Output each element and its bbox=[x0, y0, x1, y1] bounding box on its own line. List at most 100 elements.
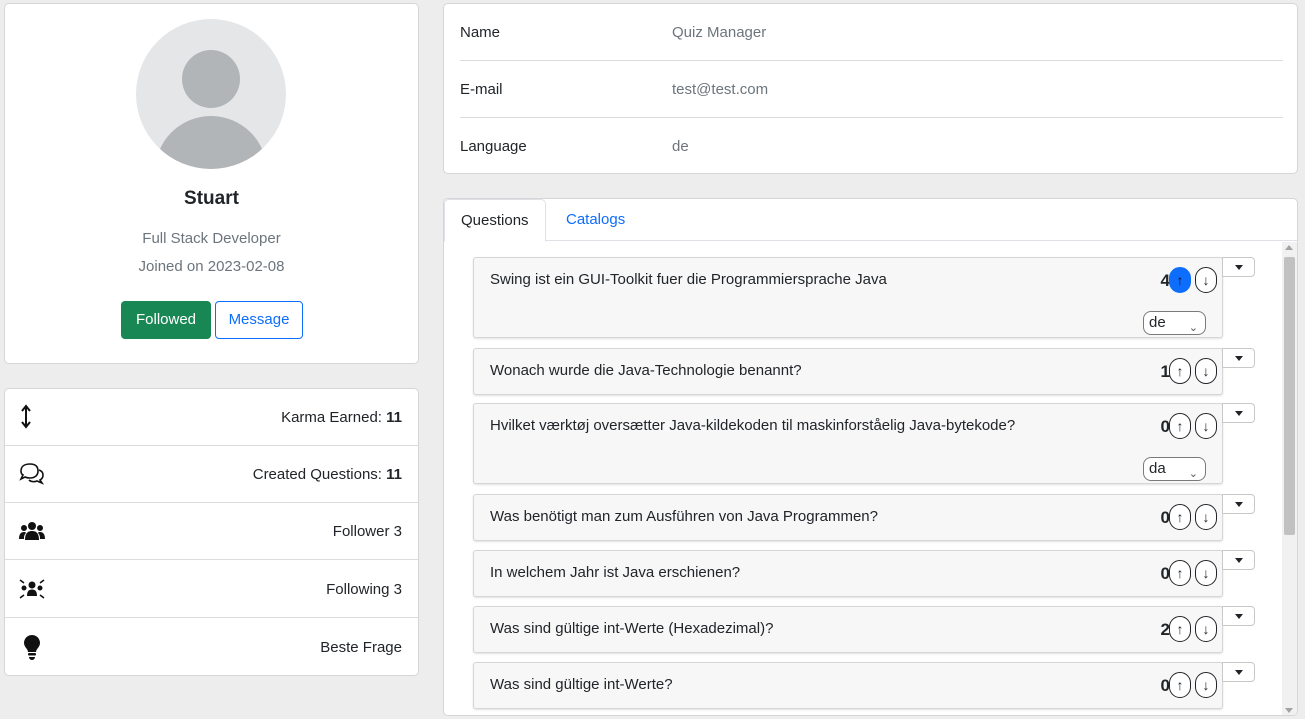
question-item[interactable]: Was sind gültige int-Werte? 0 ↑ ↓ bbox=[473, 662, 1223, 709]
language-select-value: da bbox=[1149, 460, 1166, 477]
stat-value: 11 bbox=[386, 409, 402, 426]
caret-down-icon bbox=[1235, 411, 1243, 416]
stat-best-question: Beste Frage bbox=[5, 619, 418, 676]
info-row-name: Name Quiz Manager bbox=[460, 4, 1283, 61]
question-score: 0 bbox=[1160, 417, 1170, 436]
caret-down-icon bbox=[1235, 670, 1243, 675]
tab-questions[interactable]: Questions bbox=[444, 199, 546, 242]
question-text: Hvilket værktøj oversætter Java-kildekod… bbox=[490, 417, 1016, 434]
caret-down-icon bbox=[1235, 502, 1243, 507]
info-value: Quiz Manager bbox=[672, 24, 767, 41]
stat-label: Following 3 bbox=[326, 581, 402, 598]
question-text: Was benötigt man zum Ausführen von Java … bbox=[490, 508, 878, 525]
profile-card: Stuart Full Stack Developer Joined on 20… bbox=[4, 3, 419, 364]
lightbulb-icon bbox=[24, 635, 40, 660]
question-text: Wonach wurde die Java-Technologie benann… bbox=[490, 362, 802, 379]
vote-down-button[interactable]: ↓ bbox=[1195, 616, 1217, 642]
stat-label: Karma Earned: bbox=[281, 409, 387, 426]
vote-down-button[interactable]: ↓ bbox=[1195, 560, 1217, 586]
vote-up-button[interactable]: ↑ bbox=[1169, 358, 1191, 384]
stats-card: Karma Earned: 11 Created Questions: 11 F… bbox=[4, 388, 419, 676]
tab-catalogs[interactable]: Catalogs bbox=[550, 199, 641, 241]
question-score: 0 bbox=[1160, 676, 1170, 695]
scroll-up-arrow-icon[interactable] bbox=[1285, 245, 1293, 250]
info-label: Language bbox=[460, 138, 527, 155]
question-score: 0 bbox=[1160, 508, 1170, 527]
info-row-email: E-mail test@test.com bbox=[460, 61, 1283, 118]
scrollbar[interactable] bbox=[1282, 242, 1297, 715]
stat-karma: Karma Earned: 11 bbox=[5, 389, 418, 446]
question-text: Was sind gültige int-Werte? bbox=[490, 676, 673, 693]
vote-up-button[interactable]: ↑ bbox=[1169, 616, 1191, 642]
vote-up-button[interactable]: ↑ bbox=[1169, 504, 1191, 530]
stat-label: Follower 3 bbox=[332, 523, 402, 540]
vote-down-button[interactable]: ↓ bbox=[1195, 267, 1217, 293]
question-item[interactable]: In welchem Jahr ist Java erschienen? 0 ↑… bbox=[473, 550, 1223, 597]
profile-role: Full Stack Developer bbox=[142, 230, 281, 247]
question-menu-button[interactable] bbox=[1222, 550, 1255, 570]
vote-up-button[interactable]: ↑ bbox=[1169, 560, 1191, 586]
question-menu-button[interactable] bbox=[1222, 494, 1255, 514]
vertical-arrows-icon bbox=[21, 404, 31, 429]
question-score: 1 bbox=[1160, 362, 1170, 381]
stat-value: 11 bbox=[386, 466, 402, 483]
scroll-down-arrow-icon[interactable] bbox=[1285, 708, 1293, 713]
question-item[interactable]: Wonach wurde die Java-Technologie benann… bbox=[473, 348, 1223, 395]
question-text: Swing ist ein GUI-Toolkit fuer die Progr… bbox=[490, 271, 887, 288]
question-menu-button[interactable] bbox=[1222, 606, 1255, 626]
question-item[interactable]: Was benötigt man zum Ausführen von Java … bbox=[473, 494, 1223, 541]
stat-label: Beste Frage bbox=[320, 639, 402, 656]
stat-label: Created Questions: bbox=[252, 466, 387, 483]
people-spread-icon bbox=[19, 579, 45, 599]
tab-bar: Questions Catalogs bbox=[444, 199, 1297, 242]
questions-list[interactable]: Swing ist ein GUI-Toolkit fuer die Progr… bbox=[444, 242, 1297, 715]
vote-down-button[interactable]: ↓ bbox=[1195, 358, 1217, 384]
chevron-down-icon: ⌄ bbox=[1188, 322, 1198, 334]
avatar bbox=[136, 19, 286, 169]
question-menu-button[interactable] bbox=[1222, 403, 1255, 423]
info-row-language: Language de bbox=[460, 118, 1283, 175]
avatar-head bbox=[182, 50, 240, 108]
stat-follower: Follower 3 bbox=[5, 503, 418, 560]
message-button[interactable]: Message bbox=[215, 301, 303, 339]
caret-down-icon bbox=[1235, 558, 1243, 563]
info-label: Name bbox=[460, 24, 501, 41]
vote-up-button[interactable]: ↑ bbox=[1169, 672, 1191, 698]
question-score: 0 bbox=[1160, 564, 1170, 583]
tabs-card: Questions Catalogs Swing ist ein GUI-Too… bbox=[443, 198, 1298, 716]
people-icon bbox=[19, 522, 45, 540]
language-select[interactable]: da ⌄ bbox=[1143, 457, 1206, 481]
scrollbar-thumb[interactable] bbox=[1284, 257, 1295, 535]
profile-name: Stuart bbox=[184, 188, 239, 209]
info-card: Name Quiz Manager E-mail test@test.com L… bbox=[443, 3, 1298, 174]
question-score: 2 bbox=[1160, 620, 1170, 639]
avatar-shoulders bbox=[155, 116, 267, 169]
stat-following: Following 3 bbox=[5, 561, 418, 618]
question-item[interactable]: Hvilket værktøj oversætter Java-kildekod… bbox=[473, 403, 1223, 484]
question-menu-button[interactable] bbox=[1222, 662, 1255, 682]
question-score: 4 bbox=[1160, 271, 1170, 290]
info-value: test@test.com bbox=[672, 81, 769, 98]
question-menu-button[interactable] bbox=[1222, 257, 1255, 277]
vote-down-button[interactable]: ↓ bbox=[1195, 504, 1217, 530]
language-select[interactable]: de ⌄ bbox=[1143, 311, 1206, 335]
vote-down-button[interactable]: ↓ bbox=[1195, 672, 1217, 698]
vote-up-button[interactable]: ↑ bbox=[1169, 267, 1191, 293]
question-item[interactable]: Swing ist ein GUI-Toolkit fuer die Progr… bbox=[473, 257, 1223, 338]
question-item[interactable]: Was sind gültige int-Werte (Hexadezimal)… bbox=[473, 606, 1223, 653]
caret-down-icon bbox=[1235, 614, 1243, 619]
question-menu-button[interactable] bbox=[1222, 348, 1255, 368]
question-text: Was sind gültige int-Werte (Hexadezimal)… bbox=[490, 620, 774, 637]
vote-down-button[interactable]: ↓ bbox=[1195, 413, 1217, 439]
info-label: E-mail bbox=[460, 81, 503, 98]
followed-button[interactable]: Followed bbox=[121, 301, 211, 339]
vote-up-button[interactable]: ↑ bbox=[1169, 413, 1191, 439]
info-value: de bbox=[672, 138, 689, 155]
caret-down-icon bbox=[1235, 356, 1243, 361]
chat-bubbles-icon bbox=[19, 463, 45, 485]
chevron-down-icon: ⌄ bbox=[1188, 468, 1198, 480]
profile-joined-date: Joined on 2023-02-08 bbox=[138, 258, 285, 275]
question-text: In welchem Jahr ist Java erschienen? bbox=[490, 564, 741, 581]
stat-created-questions: Created Questions: 11 bbox=[5, 446, 418, 503]
language-select-value: de bbox=[1149, 314, 1166, 331]
